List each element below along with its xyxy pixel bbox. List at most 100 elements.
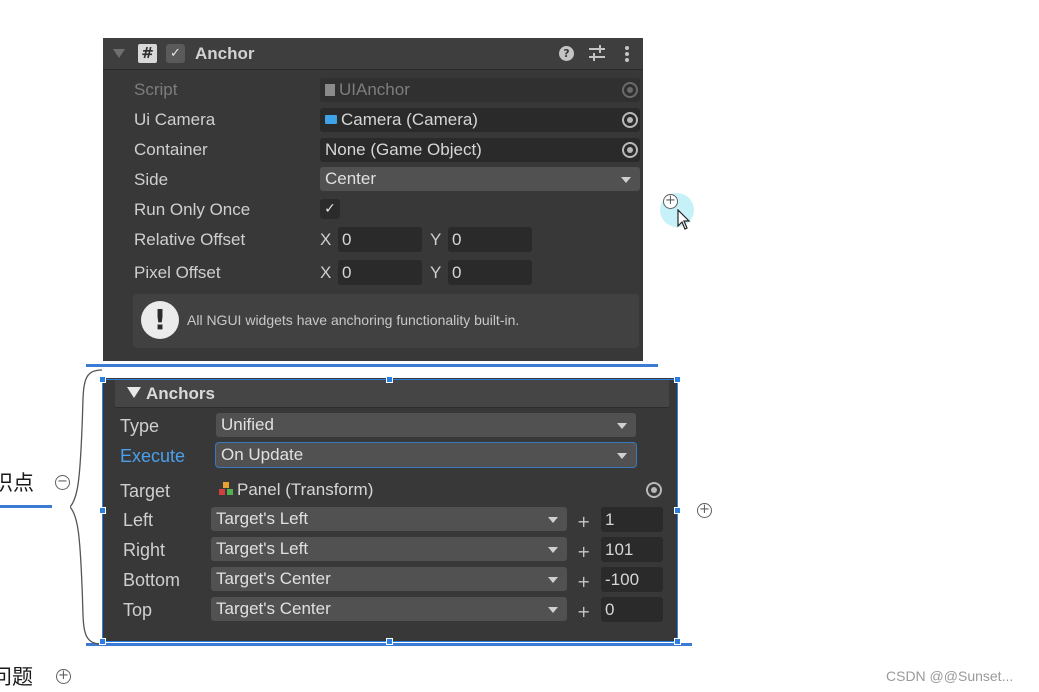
anchors-section-title: Anchors (146, 384, 215, 403)
resize-handle[interactable] (99, 507, 106, 514)
right-label: Right (123, 540, 166, 560)
script-field: UIAnchor (320, 78, 640, 102)
anchors-section-panel: Anchors Type Unified Execute On Update T… (103, 378, 678, 642)
bottom-anchor-value: Target's Center (216, 569, 331, 588)
help-box: ! All NGUI widgets have anchoring functi… (133, 294, 639, 348)
resize-handle[interactable] (99, 638, 106, 645)
left-anchor-value: Target's Left (216, 509, 309, 528)
target-value: Panel (Transform) (237, 480, 374, 499)
type-label: Type (120, 416, 160, 436)
target-label: Target (120, 481, 171, 501)
script-label: Script (134, 80, 178, 99)
pixel-offset-y-field[interactable]: 0 (448, 260, 532, 285)
script-value: UIAnchor (339, 80, 410, 99)
pixel-offset-y-label: Y (430, 263, 442, 282)
anchor-component-panel: # ✓ Anchor ? Script UIAnchor Ui Camera C… (103, 38, 643, 361)
right-anchor-dropdown[interactable]: Target's Left (211, 537, 567, 561)
top-offset-field[interactable]: 0 (601, 597, 663, 622)
container-field[interactable]: None (Game Object) (320, 138, 640, 162)
camera-icon (325, 115, 337, 124)
object-picker-icon[interactable] (622, 112, 638, 128)
right-offset-field[interactable]: 101 (601, 537, 663, 562)
pixel-offset-label: Pixel Offset (134, 263, 221, 282)
object-picker-icon[interactable] (622, 142, 638, 158)
top-label: Top (123, 600, 153, 620)
relative-offset-y-label: Y (430, 230, 442, 249)
type-value: Unified (221, 415, 274, 434)
top-anchor-dropdown[interactable]: Target's Center (211, 597, 567, 621)
ui-camera-value: Camera (Camera) (341, 110, 478, 129)
bottom-anchor-dropdown[interactable]: Target's Center (211, 567, 567, 591)
container-label: Container (134, 140, 208, 159)
plus-sign: + (577, 512, 591, 531)
info-icon: ! (141, 301, 179, 339)
container-value: None (Game Object) (325, 140, 482, 159)
mouse-cursor-icon (677, 209, 691, 230)
type-dropdown[interactable]: Unified (216, 413, 636, 437)
add-sibling-node-icon[interactable]: + (697, 503, 712, 518)
component-enabled-checkbox[interactable]: ✓ (166, 44, 185, 63)
dropdown-arrow-icon (621, 177, 631, 183)
mindmap-node-knowledge[interactable]: 知识点 (0, 471, 34, 495)
component-header[interactable]: # ✓ Anchor ? (103, 38, 643, 70)
add-node-icon[interactable]: + (663, 194, 678, 209)
right-anchor-value: Target's Left (216, 539, 309, 558)
dropdown-arrow-icon (617, 453, 627, 459)
resize-handle[interactable] (386, 638, 393, 645)
relative-offset-y-field[interactable]: 0 (448, 227, 532, 252)
left-anchor-dropdown[interactable]: Target's Left (211, 507, 567, 531)
plus-sign: + (577, 602, 591, 621)
dropdown-arrow-icon (548, 577, 558, 583)
help-icon[interactable]: ? (559, 46, 574, 61)
resize-handle[interactable] (674, 507, 681, 514)
component-title: Anchor (195, 44, 255, 63)
help-text: All NGUI widgets have anchoring function… (187, 312, 520, 328)
top-anchor-value: Target's Center (216, 599, 331, 618)
side-dropdown[interactable]: Center (320, 167, 640, 191)
ui-camera-field[interactable]: Camera (Camera) (320, 108, 640, 132)
pixel-offset-x-label: X (320, 263, 332, 282)
execute-value: On Update (221, 445, 304, 464)
plus-sign: + (577, 542, 591, 561)
run-only-once-checkbox[interactable]: ✓ (320, 199, 340, 219)
side-value: Center (325, 169, 377, 188)
collapse-node-icon[interactable]: − (55, 475, 70, 490)
presets-sliders-icon[interactable] (587, 42, 607, 64)
kebab-menu-icon[interactable] (623, 43, 631, 65)
expand-node-icon[interactable]: + (56, 669, 71, 684)
mindmap-connector-top (86, 364, 658, 367)
dropdown-arrow-icon (548, 517, 558, 523)
transform-icon (219, 482, 234, 496)
fold-arrow-icon[interactable] (127, 387, 141, 398)
execute-dropdown[interactable]: On Update (216, 443, 636, 467)
watermark: CSDN @@Sunset... (886, 668, 1014, 684)
pixel-offset-x-field[interactable]: 0 (338, 260, 422, 285)
relative-offset-label: Relative Offset (134, 230, 246, 249)
object-picker-icon[interactable] (646, 482, 662, 498)
dropdown-arrow-icon (617, 423, 627, 429)
run-only-once-label: Run Only Once (134, 200, 251, 219)
ui-camera-label: Ui Camera (134, 110, 216, 129)
target-field[interactable]: Panel (Transform) (214, 478, 668, 502)
dropdown-arrow-icon (548, 547, 558, 553)
resize-handle[interactable] (386, 376, 393, 383)
resize-handle[interactable] (99, 376, 106, 383)
script-hash-icon: # (138, 44, 157, 63)
mindmap-connector-node (0, 505, 52, 508)
execute-label: Execute (120, 446, 186, 466)
anchors-section-header[interactable]: Anchors (115, 379, 669, 408)
object-picker-icon (622, 82, 638, 98)
left-label: Left (123, 510, 154, 530)
mindmap-node-question[interactable]: 问题 (0, 665, 33, 689)
fold-arrow-icon[interactable] (113, 49, 125, 58)
side-label: Side (134, 170, 169, 189)
bottom-offset-field[interactable]: -100 (601, 567, 663, 592)
relative-offset-x-field[interactable]: 0 (338, 227, 422, 252)
plus-sign: + (577, 572, 591, 591)
bottom-label: Bottom (123, 570, 181, 590)
dropdown-arrow-icon (548, 607, 558, 613)
left-offset-field[interactable]: 1 (601, 507, 663, 532)
relative-offset-x-label: X (320, 230, 332, 249)
resize-handle[interactable] (674, 638, 681, 645)
resize-handle[interactable] (674, 376, 681, 383)
